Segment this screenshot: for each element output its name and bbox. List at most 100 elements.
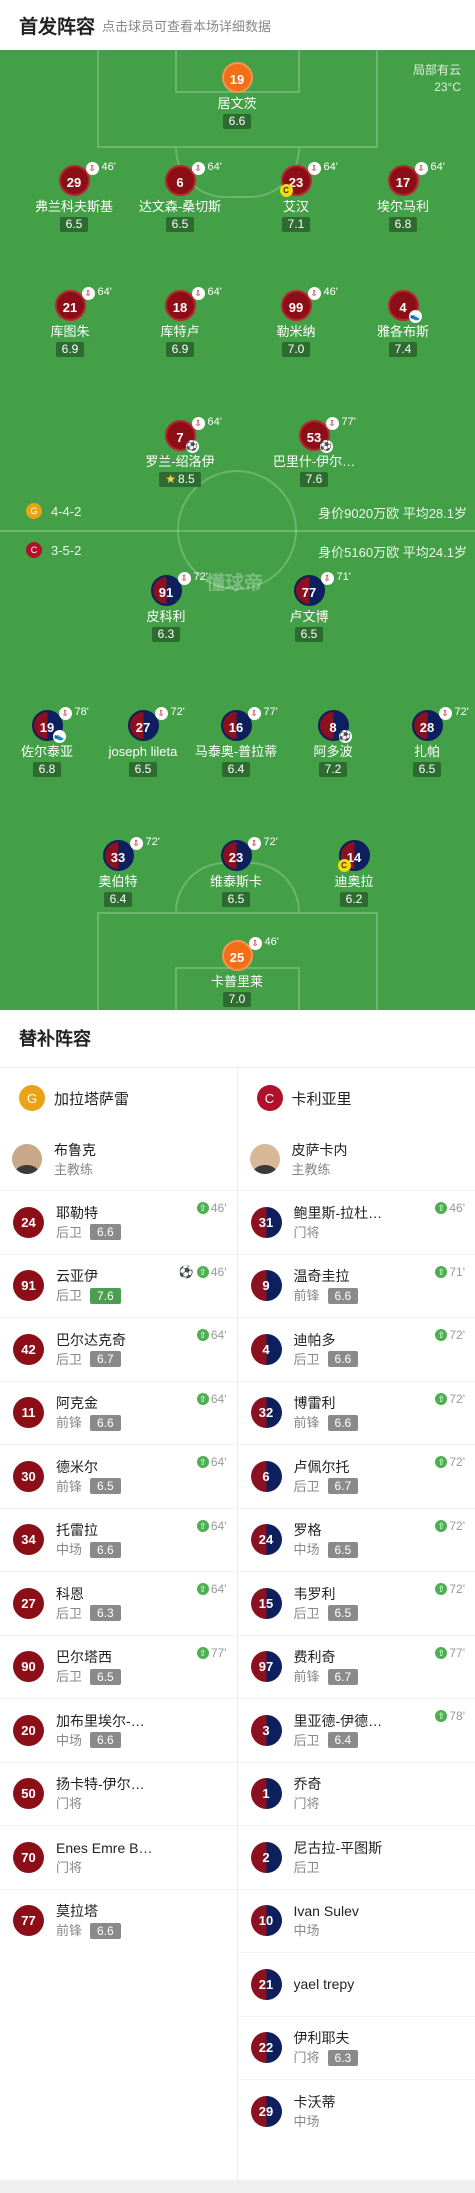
player-meta: 前锋 6.6	[56, 1921, 121, 1940]
lineup-subtitle: 点击球员可查看本场详细数据	[102, 18, 272, 34]
player-rating: 6.5	[90, 1478, 121, 1495]
bench-player-info: 加布里埃尔-… 中场 6.6	[56, 1711, 145, 1750]
pitch-player[interactable]: 53 ⇩ 77' ⚽ 巴里什-伊尔… 7.6	[249, 416, 379, 488]
player-rating: 7.0	[281, 342, 311, 357]
bench-player-info: 罗格 中场 6.5	[294, 1520, 359, 1559]
pitch-player[interactable]: 4 👟 雅各布斯 7.4	[338, 290, 468, 358]
pitch-player[interactable]: 28 ⇩ 72' 扎帕 6.5	[362, 706, 475, 778]
bench-player-row[interactable]: 4 迪帕多 后卫 6.6 ⇧ 72'	[237, 1317, 475, 1381]
pitch-player[interactable]: 19 居文茨 6.6	[172, 62, 302, 130]
rating-value: 6.8	[38, 762, 56, 776]
sub-in-icon: ⇧	[435, 1456, 448, 1468]
pitch-player[interactable]: 25 ⇩ 46' 卡普里莱 7.0	[172, 936, 302, 1008]
player-meta: 中场	[294, 2112, 336, 2131]
bench-player-row[interactable]: 6 卢佩尔托 后卫 6.7 ⇧ 72'	[237, 1444, 475, 1508]
bench-player-row[interactable]: 32 博雷利 前锋 6.6 ⇧ 72'	[237, 1380, 475, 1445]
player-meta: 后卫	[294, 1858, 383, 1877]
player-position: 后卫	[293, 1859, 320, 1875]
bench-player-row[interactable]: 11 阿克金 前锋 6.6 ⇧ 64'	[0, 1380, 237, 1445]
bench-player-row[interactable]: 30 德米尔 前锋 6.5 ⇧ 64'	[0, 1444, 237, 1508]
player-position: 后卫	[56, 1605, 83, 1621]
sub-minute: 72'	[145, 836, 160, 848]
sub-minute: 72'	[449, 1518, 465, 1533]
bench-player-row[interactable]: 24 耶勒特 后卫 6.6 ⇧ 46'	[0, 1190, 237, 1254]
player-number-badge: 91	[13, 1270, 44, 1302]
bench-player-row[interactable]: 91 云亚伊 后卫 7.6 ⚽ ⇧ 46'	[0, 1253, 237, 1318]
pitch-player[interactable]: 14 C 迪奥拉 6.2	[289, 840, 419, 908]
pitch-player[interactable]: 18 ⇩ 64' 库特卢 6.9	[115, 286, 245, 358]
bench-player-row[interactable]: 97 费利奇 前锋 6.7 ⇧ 77'	[237, 1634, 475, 1699]
rating-value: 6.5	[171, 217, 189, 231]
player-rating: ★ 8.5	[159, 472, 201, 487]
pitch-player[interactable]: 33 ⇩ 72' 奥伯特 6.4	[53, 836, 183, 908]
away-team-row[interactable]: C 卡利亚里	[238, 1068, 475, 1128]
sub-in-icon: ⇧	[435, 1583, 448, 1595]
bench-player-row[interactable]: 21 yael trepy	[237, 1952, 475, 2016]
bench-player-info: 韦罗利 后卫 6.5	[294, 1584, 359, 1623]
sub-minute: 46'	[210, 1264, 227, 1279]
rating-value: 7.4	[394, 342, 412, 356]
bench-player-row[interactable]: 29 卡沃蒂 中场	[237, 2079, 475, 2143]
player-number-badge: 16 ⇩ 77'	[220, 706, 278, 741]
rating-value: 6.5	[227, 892, 245, 906]
player-position: 中场	[56, 1732, 83, 1748]
player-position: 后卫	[293, 1351, 320, 1367]
bench-player-row[interactable]: 50 扬卡特-伊尔… 门将	[0, 1761, 237, 1826]
bench-player-row[interactable]: 15 韦罗利 后卫 6.5 ⇧ 72'	[237, 1571, 475, 1635]
bench-player-row[interactable]: 20 加布里埃尔-… 中场 6.6	[0, 1698, 237, 1762]
home-coach[interactable]: 布鲁克 主教练	[0, 1128, 237, 1190]
player-meta: 前锋 6.6	[294, 1286, 359, 1305]
pitch-player[interactable]: 23 ⇩ 72' 维泰斯卡 6.5	[171, 836, 301, 908]
bench-player-row[interactable]: 27 科恩 后卫 6.3 ⇧ 64'	[0, 1571, 237, 1635]
bench-player-row[interactable]: 77 莫拉塔 前锋 6.6	[0, 1888, 237, 1953]
player-rating: 6.3	[327, 2049, 359, 2066]
player-rating: 6.4	[103, 892, 133, 907]
bench-player-row[interactable]: 31 鲍里斯-拉杜… 门将 ⇧ 46'	[237, 1190, 475, 1254]
bench-player-row[interactable]: 42 巴尔达克奇 后卫 6.7 ⇧ 64'	[0, 1317, 237, 1381]
pitch-player[interactable]: 91 ⇩ 72' 皮科利 6.3	[101, 571, 231, 643]
player-number-badge: 53 ⇩ 77' ⚽	[298, 416, 356, 453]
bench-player-row[interactable]: 10 Ivan Sulev 中场	[237, 1888, 475, 1953]
player-position: 门将	[293, 1224, 320, 1240]
bench-player-row[interactable]: 9 温奇圭拉 前锋 6.6 ⇧ 71'	[237, 1253, 475, 1318]
bench-player-row[interactable]: 90 巴尔塔西 后卫 6.5 ⇧ 77'	[0, 1634, 237, 1699]
pitch-player[interactable]: 7 ⇩ 64' ⚽ 罗兰-绍洛伊 ★ 8.5	[115, 416, 245, 488]
player-number-badge: 3	[250, 1714, 282, 1746]
player-rating: 6.6	[90, 1414, 121, 1431]
player-name: 韦罗利	[293, 1585, 336, 1602]
bench-player-row[interactable]: 70 Enes Emre B… 门将	[0, 1825, 237, 1889]
player-name: 扬卡特-伊尔…	[56, 1776, 145, 1793]
player-rating: 6.5	[294, 627, 324, 642]
bench-player-row[interactable]: 1 乔奇 门将	[237, 1761, 475, 1826]
bench-player-row[interactable]: 22 伊利耶夫 门将 6.3	[237, 2015, 475, 2080]
player-rating: 7.6	[90, 1287, 121, 1304]
player-number-badge: 70	[13, 1841, 44, 1873]
bench-player-info: 乔奇 门将	[294, 1774, 322, 1813]
bench-player-row[interactable]: 2 尼古拉-平图斯 后卫	[237, 1825, 475, 1889]
sub-out-icon: ⇩	[191, 162, 205, 175]
away-coach[interactable]: 皮萨卡内 主教练	[238, 1128, 475, 1190]
bench-player-row[interactable]: 34 托雷拉 中场 6.6 ⇧ 64'	[0, 1507, 237, 1572]
player-rating: 6.9	[55, 342, 85, 357]
player-rating: 6.6	[90, 1922, 121, 1939]
home-team-row[interactable]: G 加拉塔萨雷	[0, 1068, 237, 1128]
player-rating: 7.0	[222, 992, 252, 1007]
player-name: 加布里埃尔-…	[56, 1712, 145, 1729]
pitch-player[interactable]: 17 ⇩ 64' 埃尔马利 6.8	[338, 161, 468, 233]
player-number-badge: 17 ⇩ 64'	[387, 161, 445, 196]
bench-player-row[interactable]: 24 罗格 中场 6.5 ⇧ 72'	[237, 1507, 475, 1572]
player-name: 雅各布斯	[376, 324, 429, 339]
sub-in-time: ⇧ 71'	[435, 1265, 465, 1279]
player-position: 门将	[293, 2050, 320, 2066]
sub-in-icon: ⇧	[196, 1265, 209, 1278]
player-name: yael trepy	[293, 1976, 355, 1993]
player-number-badge: 20	[13, 1714, 44, 1746]
player-number-badge: 77	[13, 1905, 44, 1937]
player-rating: 6.6	[327, 1351, 359, 1368]
coach-role: 主教练	[54, 1161, 94, 1177]
sub-in-time: ⇧ 72'	[435, 1582, 465, 1596]
player-name: 库特卢	[160, 324, 200, 339]
pitch-player[interactable]: 77 ⇩ 71' 卢文博 6.5	[244, 571, 374, 643]
pitch-player[interactable]: 6 ⇩ 64' 达文森-桑切斯 6.5	[115, 161, 245, 233]
bench-player-row[interactable]: 3 里亚德-伊德… 后卫 6.4 ⇧ 78'	[237, 1698, 475, 1762]
